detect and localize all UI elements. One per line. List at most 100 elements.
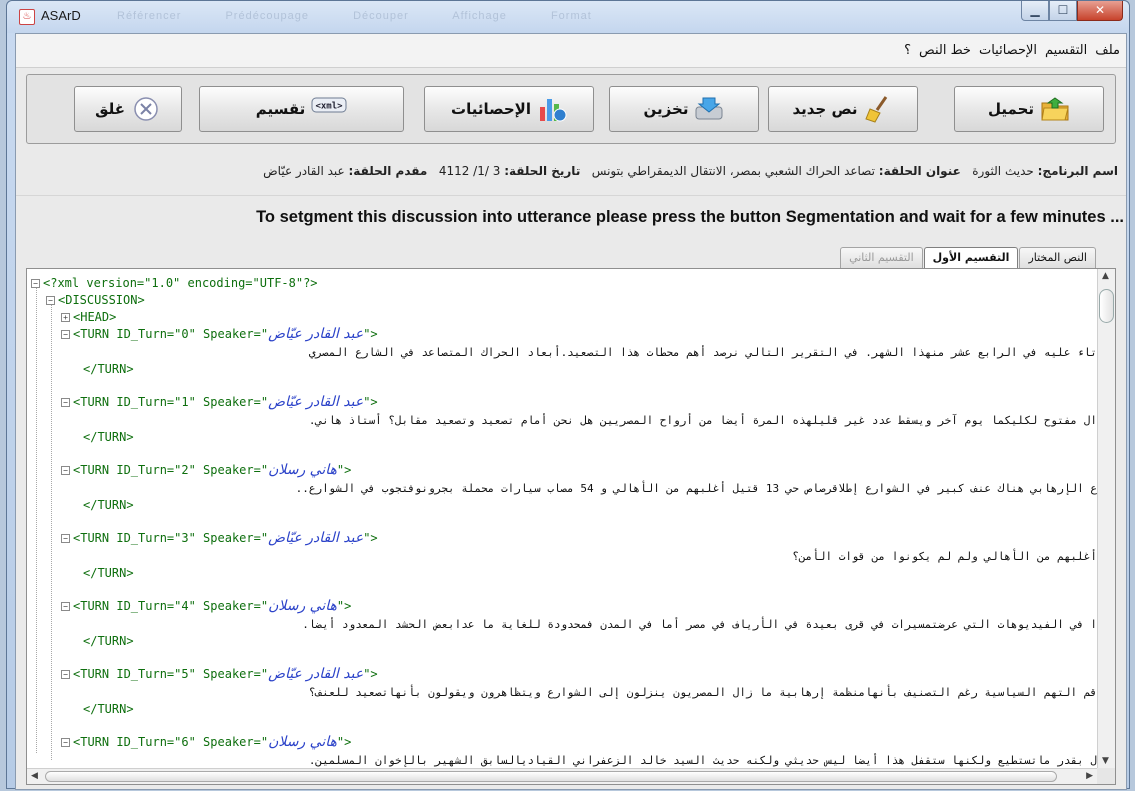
window-controls: ▁ ☐ ✕ [1021, 1, 1123, 23]
ghost-menu-text: Référencer Prédécoupage Découper Afficha… [117, 10, 592, 22]
tab-strip: النص المختار التقسيم الأول التقسيم الثان… [839, 247, 1096, 269]
collapse-toggle-turn[interactable]: − [61, 466, 70, 475]
window-title: ASArD [41, 8, 81, 23]
save-label: تخزين [643, 100, 689, 118]
turn-open-tag-end: "> [336, 599, 352, 613]
close-label: غلق [95, 100, 125, 118]
turn-open-tag: <TURN ID_Turn="5" Speaker=" [73, 667, 269, 681]
scroll-down-arrow[interactable]: ▼ [1102, 756, 1109, 766]
main-content: ملف التقسيم الإحصائيات خط النص ؟ تحميل ن… [15, 33, 1127, 790]
collapse-toggle-turn[interactable]: − [61, 534, 70, 543]
turn-node[interactable]: <TURN ID_Turn="3" Speaker="عبد القادر عي… [73, 530, 378, 547]
collapse-toggle-turn[interactable]: − [61, 330, 70, 339]
title-bar[interactable]: ♨ ASArD Référencer Prédécoupage Découper… [7, 1, 1129, 33]
maximize-button[interactable]: ☐ [1049, 1, 1077, 21]
turn-speaker: عبد القادر عيّاض [268, 394, 364, 410]
close-circle-icon [131, 95, 161, 123]
scroll-up-arrow[interactable]: ▲ [1102, 271, 1109, 281]
collapse-toggle-turn[interactable]: − [61, 602, 70, 611]
turn-open-tag: <TURN ID_Turn="3" Speaker=" [73, 531, 269, 545]
turn-node[interactable]: <TURN ID_Turn="1" Speaker="عبد القادر عي… [73, 394, 378, 411]
open-folder-icon [1040, 95, 1070, 123]
new-text-button[interactable]: نص جديد [768, 86, 918, 132]
tab-first-segmentation[interactable]: التقسيم الأول [923, 247, 1019, 269]
turn-close-tag: </TURN> [83, 498, 134, 512]
turn-speaker: عبد القادر عيّاض [268, 326, 364, 342]
segment-label: تقسيم [255, 100, 306, 118]
close-window-button[interactable]: ✕ [1077, 1, 1123, 21]
load-label: تحميل [988, 100, 1035, 118]
turn-node[interactable]: <TURN ID_Turn="5" Speaker="عبد القادر عي… [73, 666, 378, 683]
turn-open-tag: <TURN ID_Turn="0" Speaker=" [73, 327, 269, 341]
head-node[interactable]: <HEAD> [73, 309, 116, 326]
instruction-text: To setgment this discussion into utteran… [256, 208, 1124, 226]
turn-close-tag: </TURN> [83, 702, 134, 716]
scrollbar-corner [1097, 768, 1115, 784]
turn-node[interactable]: <TURN ID_Turn="6" Speaker="هاني رسلان"> [73, 734, 351, 751]
app-window: ♨ ASArD Référencer Prédécoupage Découper… [6, 0, 1130, 790]
horizontal-scrollbar[interactable]: ◀ ▶ [27, 768, 1097, 784]
collapse-toggle-turn[interactable]: − [61, 398, 70, 407]
turn-speaker: عبد القادر عيّاض [268, 530, 364, 546]
host-key: مقدم الحلقة: [348, 164, 428, 178]
episode-title-value: تصاعد الحراك الشعبي بمصر، الانتقال الديم… [591, 164, 875, 178]
turn-open-tag: <TURN ID_Turn="6" Speaker=" [73, 735, 269, 749]
scroll-left-arrow[interactable]: ◀ [31, 771, 38, 781]
broom-icon [864, 95, 894, 123]
segment-button[interactable]: <xml> تقسيم [199, 86, 404, 132]
episode-title-key: عنوان الحلقة: [878, 164, 961, 178]
turn-text: ل بقدر ماتستطيع ولكنها ستقفل هذا أيضا لي… [308, 754, 1097, 767]
turn-open-tag: <TURN ID_Turn="2" Speaker=" [73, 463, 269, 477]
turn-node[interactable]: <TURN ID_Turn="0" Speaker="عبد القادر عي… [73, 326, 378, 343]
statistics-button[interactable]: الإحصائيات [424, 86, 594, 132]
turn-speaker: هاني رسلان [268, 598, 337, 614]
turn-open-tag: <TURN ID_Turn="1" Speaker=" [73, 395, 269, 409]
expand-toggle-head[interactable]: + [61, 313, 70, 322]
new-text-label: نص جديد [792, 100, 858, 118]
minimize-button[interactable]: ▁ [1021, 1, 1049, 21]
turn-text: أغلبهم من الأهالي ولم لم يكونوا من قوات … [792, 550, 1097, 563]
turn-open-tag-end: "> [336, 735, 352, 749]
java-app-icon: ♨ [19, 9, 35, 25]
tree-guide-line [51, 300, 52, 760]
horizontal-scroll-thumb[interactable] [45, 771, 1057, 782]
menu-file[interactable]: ملف [1095, 43, 1120, 58]
turn-node[interactable]: <TURN ID_Turn="2" Speaker="هاني رسلان"> [73, 462, 351, 479]
turn-close-tag: </TURN> [83, 634, 134, 648]
menu-font[interactable]: خط النص [919, 43, 971, 58]
menu-help[interactable]: ؟ [904, 43, 911, 58]
load-button[interactable]: تحميل [954, 86, 1104, 132]
collapse-toggle-xml[interactable]: − [31, 279, 40, 288]
tab-selected-text[interactable]: النص المختار [1019, 247, 1096, 269]
turn-open-tag-end: "> [363, 667, 378, 681]
toolbar: تحميل نص جديد تخزين الإحصائيات <xml> تقس… [26, 74, 1116, 144]
menu-segmentation[interactable]: التقسيم [1045, 43, 1087, 58]
save-button[interactable]: تخزين [609, 86, 759, 132]
xml-tree-panel: − <?xml version="1.0" encoding="UTF-8"?>… [26, 268, 1116, 785]
menu-bar: ملف التقسيم الإحصائيات خط النص ؟ [16, 34, 1126, 68]
menu-statistics[interactable]: الإحصائيات [979, 43, 1037, 58]
turn-open-tag-end: "> [336, 463, 352, 477]
turn-text: ال مفتوح لكليكما يوم آخر ويسقط عدد غير ق… [308, 414, 1097, 427]
turn-open-tag-end: "> [363, 395, 378, 409]
turn-close-tag: </TURN> [83, 362, 134, 376]
vertical-scrollbar[interactable]: ▲ ▼ [1097, 269, 1115, 768]
turn-close-tag: </TURN> [83, 430, 134, 444]
episode-date-value: 3 /1/ 4112 [438, 164, 501, 178]
collapse-toggle-turn[interactable]: − [61, 738, 70, 747]
collapse-toggle-turn[interactable]: − [61, 670, 70, 679]
program-key: اسم البرنامج: [1037, 164, 1118, 178]
turn-text: ا في الفيديوهات التي عرضتمسيرات في قرى ب… [302, 618, 1097, 631]
discussion-node[interactable]: <DISCUSSION> [58, 292, 145, 309]
collapse-toggle-discussion[interactable]: − [46, 296, 55, 305]
xml-tree[interactable]: − <?xml version="1.0" encoding="UTF-8"?>… [27, 269, 1097, 768]
tab-second-segmentation[interactable]: التقسيم الثاني [840, 247, 923, 269]
scroll-right-arrow[interactable]: ▶ [1086, 771, 1093, 781]
turn-text: تاء عليه في الرابع عشر منهذا الشهر. في ا… [308, 346, 1097, 359]
turn-node[interactable]: <TURN ID_Turn="4" Speaker="هاني رسلان"> [73, 598, 351, 615]
episode-info-bar: اسم البرنامج: حديث الثورة عنوان الحلقة: … [16, 152, 1126, 196]
vertical-scroll-thumb[interactable] [1099, 289, 1114, 323]
program-value: حديث الثورة [972, 164, 1034, 178]
statistics-chart-icon [537, 95, 567, 123]
close-app-button[interactable]: غلق [74, 86, 182, 132]
